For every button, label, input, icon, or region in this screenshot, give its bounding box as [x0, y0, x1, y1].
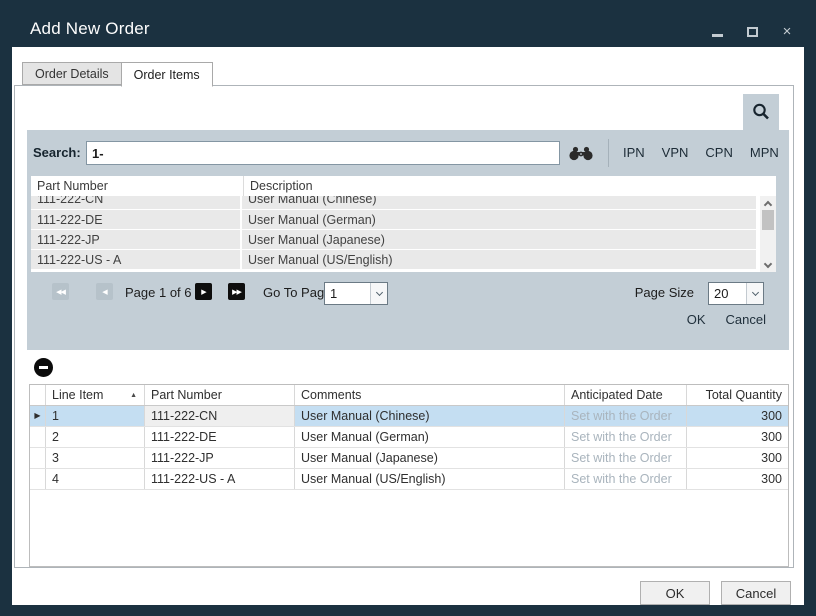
column-header-description: Description: [244, 176, 758, 196]
page-size-label: Page Size: [635, 285, 694, 300]
lookup-button[interactable]: [567, 145, 597, 161]
row-selector-header: [30, 385, 46, 405]
search-cancel-button[interactable]: Cancel: [726, 312, 766, 327]
go-to-page-label: Go To Page: [263, 285, 331, 300]
last-page-icon: ▶▶: [232, 288, 241, 296]
result-row[interactable]: 111-222-JP User Manual (Japanese): [31, 230, 756, 250]
column-header-anticipated-date[interactable]: Anticipated Date: [565, 385, 687, 405]
chevron-down-icon: [764, 260, 772, 268]
minimize-icon: [712, 34, 723, 37]
chevron-up-icon: [764, 201, 772, 209]
column-header-total-quantity[interactable]: Total Quantity: [687, 385, 788, 405]
dialog-content: Order Details Order Items Search:: [12, 47, 804, 605]
column-header-part-number[interactable]: Part Number: [145, 385, 295, 405]
results-header-row: Part Number Description: [31, 176, 776, 196]
result-row[interactable]: 111-222-CN User Manual (Chinese): [31, 196, 756, 210]
page-status: Page 1 of 6: [125, 285, 192, 300]
tab-order-details[interactable]: Order Details: [22, 62, 121, 85]
grid-row[interactable]: 4 111-222-US - A User Manual (US/English…: [30, 469, 788, 490]
dropdown-button[interactable]: [746, 283, 763, 304]
scroll-down-button[interactable]: [760, 258, 776, 272]
vertical-scrollbar[interactable]: [758, 196, 776, 272]
current-cell[interactable]: 111-222-CN: [145, 406, 295, 426]
search-ok-button[interactable]: OK: [687, 312, 706, 327]
column-header-line-item[interactable]: Line Item▲: [46, 385, 145, 405]
scrollbar-thumb[interactable]: [762, 210, 774, 230]
selected-row-marker-icon: ▶: [34, 412, 40, 420]
chevron-down-icon: [375, 289, 382, 296]
grid-header-row: Line Item▲ Part Number Comments Anticipa…: [30, 385, 788, 406]
cancel-button[interactable]: Cancel: [721, 581, 791, 605]
order-items-tabpage: Search:: [14, 85, 794, 568]
maximize-button[interactable]: [745, 25, 759, 39]
minus-icon: [39, 366, 48, 369]
previous-page-icon: ◀: [102, 288, 106, 296]
scroll-up-button[interactable]: [760, 196, 776, 210]
dialog-title: Add New Order: [30, 19, 150, 39]
page-size-select[interactable]: 20: [708, 282, 764, 305]
remove-line-item-button[interactable]: [34, 358, 53, 377]
divider: [608, 139, 609, 167]
result-row[interactable]: 111-222-DE User Manual (German): [31, 210, 756, 230]
next-page-icon: ▶: [201, 288, 205, 296]
first-page-icon: ◀◀: [56, 288, 65, 296]
binoculars-icon: [567, 145, 595, 161]
search-panel: Search:: [27, 130, 789, 350]
vpn-button[interactable]: VPN: [662, 145, 689, 160]
previous-page-button[interactable]: ◀: [96, 283, 113, 300]
close-button[interactable]: ×: [780, 25, 794, 39]
tab-strip: Order Details Order Items: [22, 62, 213, 85]
next-page-button[interactable]: ▶: [195, 283, 212, 300]
search-label: Search:: [33, 145, 81, 160]
sort-ascending-icon: ▲: [130, 392, 137, 399]
minimize-button[interactable]: [710, 25, 724, 39]
titlebar: Add New Order ×: [0, 0, 816, 47]
window-controls: ×: [710, 24, 794, 40]
ok-button[interactable]: OK: [640, 581, 710, 605]
first-page-button[interactable]: ◀◀: [52, 283, 69, 300]
last-page-button[interactable]: ▶▶: [228, 283, 245, 300]
ipn-button[interactable]: IPN: [623, 145, 645, 160]
pagination-bar: ◀◀ ◀ Page 1 of 6 ▶ ▶▶ Go To Page 1 Page …: [27, 280, 789, 308]
results-body: 111-222-CN User Manual (Chinese) 111-222…: [31, 196, 776, 272]
mpn-button[interactable]: MPN: [750, 145, 779, 160]
dropdown-button[interactable]: [370, 283, 387, 304]
close-icon: ×: [783, 25, 792, 39]
search-results-table: Part Number Description 111-222-CN User …: [31, 176, 776, 272]
column-header-comments[interactable]: Comments: [295, 385, 565, 405]
grid-row[interactable]: 3 111-222-JP User Manual (Japanese) Set …: [30, 448, 788, 469]
maximize-icon: [747, 27, 758, 37]
go-to-page-select[interactable]: 1: [324, 282, 388, 305]
scrollbar-corner: [758, 176, 776, 196]
tab-order-items[interactable]: Order Items: [121, 62, 213, 87]
cpn-button[interactable]: CPN: [705, 145, 732, 160]
page-size-value: 20: [709, 283, 746, 304]
search-toggle-button[interactable]: [743, 94, 779, 130]
chevron-down-icon: [751, 289, 758, 296]
column-header-part-number: Part Number: [31, 176, 244, 196]
search-icon: [751, 102, 771, 122]
dialog-footer: OK Cancel: [640, 581, 791, 605]
part-number-type-buttons: IPN VPN CPN MPN: [623, 145, 779, 160]
grid-row[interactable]: ▶ 1 111-222-CN User Manual (Chinese) Set…: [30, 406, 788, 427]
search-panel-actions: OK Cancel: [687, 312, 766, 327]
search-row: Search:: [27, 141, 789, 165]
search-input[interactable]: [86, 141, 560, 165]
add-new-order-dialog: Add New Order × Order Details Order Item…: [0, 0, 816, 616]
go-to-page-value: 1: [325, 283, 370, 304]
result-row[interactable]: 111-222-US - A User Manual (US/English): [31, 250, 756, 270]
order-items-grid: Line Item▲ Part Number Comments Anticipa…: [29, 384, 789, 567]
grid-row[interactable]: 2 111-222-DE User Manual (German) Set wi…: [30, 427, 788, 448]
